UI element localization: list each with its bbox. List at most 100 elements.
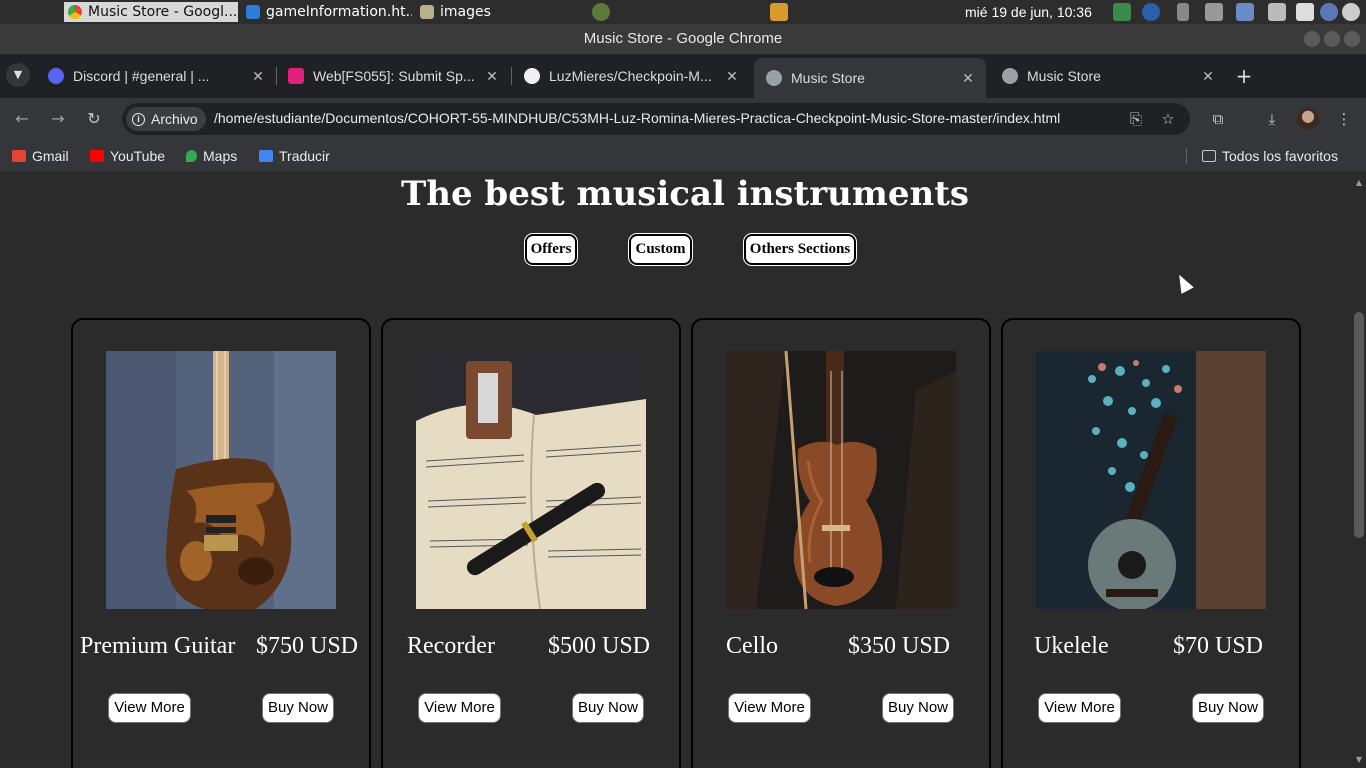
scroll-down-arrow[interactable]: ▼ (1354, 755, 1364, 764)
new-tab-button[interactable]: + (1232, 64, 1256, 88)
clock[interactable]: mié 19 de jun, 10:36 (965, 4, 1092, 20)
volume-icon[interactable] (1205, 3, 1223, 21)
taskbar-item-label: gameInformation.ht... (266, 4, 412, 20)
tab-web-fs055[interactable]: Web[FS055]: Submit Sp... ✕ (276, 62, 510, 90)
view-more-button[interactable]: View More (1038, 693, 1121, 723)
bookmark-maps[interactable]: Maps (186, 147, 237, 165)
nav-others-sections-button[interactable]: Others Sections (744, 234, 856, 265)
bookmark-youtube[interactable]: YouTube (90, 147, 165, 165)
tab-github[interactable]: LuzMieres/Checkpoin-M... ✕ (512, 62, 750, 90)
tab-label: Web[FS055]: Submit Sp... (313, 68, 475, 84)
taskbar-item-vscode[interactable]: gameInformation.ht... (246, 2, 412, 22)
taskbar-item-label: images (440, 4, 491, 20)
url-text[interactable]: /home/estudiante/Documentos/COHORT-55-MI… (214, 110, 1060, 126)
microphone-icon[interactable] (1177, 3, 1189, 21)
buy-now-button[interactable]: Buy Now (572, 693, 644, 723)
tab-label: Music Store (1027, 68, 1101, 84)
reload-button[interactable]: ↻ (83, 108, 105, 130)
close-icon[interactable]: ✕ (482, 68, 502, 85)
nav-offers-button[interactable]: Offers (525, 234, 577, 265)
bookmarks-separator (1186, 148, 1187, 164)
tab-discord[interactable]: Discord | #general | ... ✕ (36, 62, 276, 90)
taskbar-item-images[interactable]: images (420, 2, 500, 22)
tab-search-button[interactable]: ▼ (6, 63, 30, 87)
close-icon[interactable]: ✕ (958, 70, 978, 87)
tab-label: Discord | #general | ... (73, 68, 210, 84)
monitor-tray-icon[interactable] (1113, 3, 1131, 21)
buy-now-button[interactable]: Buy Now (262, 693, 334, 723)
nav-custom-button[interactable]: Custom (629, 234, 692, 265)
gmail-icon (12, 150, 26, 162)
globe-tray-icon[interactable] (1320, 3, 1338, 21)
maps-icon (186, 150, 197, 162)
all-favorites-folder[interactable]: Todos los favoritos (1202, 147, 1338, 165)
refresh-tray-icon[interactable] (592, 3, 610, 21)
chevron-down-icon: ▼ (13, 68, 23, 81)
translate-page-icon[interactable]: ⎘ (1125, 108, 1147, 130)
close-window-button[interactable] (1344, 31, 1360, 47)
downloads-icon[interactable]: ⤓ (1261, 108, 1283, 130)
bookmark-label: Maps (203, 148, 238, 164)
tab-label: Music Store (791, 70, 865, 86)
product-card-recorder: Recorder $500 USD View More Buy Now (381, 318, 681, 768)
bookmark-gmail[interactable]: Gmail (12, 147, 69, 165)
forward-button[interactable]: → (47, 108, 69, 130)
tab-music-store[interactable]: Music Store ✕ (990, 62, 1226, 90)
tab-music-store-active[interactable]: Music Store ✕ (754, 58, 986, 98)
site-info-label: Archivo (151, 111, 198, 127)
profile-avatar[interactable] (1297, 108, 1319, 130)
github-icon (524, 68, 540, 84)
product-price: $70 USD (1173, 633, 1264, 659)
bookmark-label: Gmail (32, 148, 69, 164)
minimize-button[interactable] (1304, 31, 1320, 47)
scroll-up-arrow[interactable]: ▲ (1354, 178, 1364, 187)
archive-tray-icon[interactable] (770, 3, 788, 21)
product-price: $500 USD (548, 633, 651, 659)
discord-icon (48, 68, 64, 84)
product-name: Ukelele (1034, 633, 1109, 659)
menu-icon[interactable]: ⋮ (1333, 108, 1355, 130)
buy-now-button[interactable]: Buy Now (1192, 693, 1264, 723)
product-image-recorder (416, 351, 646, 609)
taskbar-item-label: Music Store - Googl... (88, 4, 238, 20)
bookmark-traducir[interactable]: Traducir (259, 147, 330, 165)
site-info-chip[interactable]: i Archivo (126, 107, 206, 131)
product-price: $750 USD (256, 633, 359, 659)
taskbar-item-chrome[interactable]: Music Store - Googl... (64, 2, 238, 22)
product-image-guitar (106, 351, 336, 609)
bookmark-label: YouTube (110, 148, 166, 164)
clipboard-icon[interactable] (1268, 3, 1286, 21)
bookmark-star-icon[interactable]: ☆ (1157, 108, 1179, 130)
close-icon[interactable]: ✕ (722, 68, 742, 85)
product-name: Premium Guitar (80, 633, 236, 659)
vscode-icon (246, 5, 260, 19)
product-card-ukelele: Ukelele $70 USD View More Buy Now (1001, 318, 1301, 768)
view-more-button[interactable]: View More (418, 693, 501, 723)
back-button[interactable]: ← (11, 108, 33, 130)
youtube-icon (90, 150, 104, 162)
tab-label: LuzMieres/Checkpoin-M... (549, 68, 712, 84)
view-more-button[interactable]: View More (108, 693, 191, 723)
translate-icon (259, 150, 273, 162)
page-viewport: The best musical instruments Offers Cust… (0, 172, 1352, 768)
product-card-cello: Cello $350 USD View More Buy Now (691, 318, 991, 768)
product-image-ukelele (1036, 351, 1266, 609)
close-icon[interactable]: ✕ (248, 68, 268, 85)
view-more-button[interactable]: View More (728, 693, 811, 723)
folder-icon (420, 5, 434, 19)
extensions-icon[interactable]: ⧉ (1207, 108, 1229, 130)
product-name: Cello (726, 633, 778, 659)
bluetooth-icon[interactable] (1142, 3, 1160, 21)
info-icon: i (132, 112, 145, 126)
keyboard-icon[interactable] (1296, 3, 1314, 21)
window-title: Music Store - Google Chrome (0, 24, 1366, 54)
page-heading: The best musical instruments (400, 174, 970, 214)
power-icon[interactable] (1342, 3, 1360, 21)
maximize-button[interactable] (1324, 31, 1340, 47)
scrollbar-thumb[interactable] (1354, 312, 1364, 538)
buy-now-button[interactable]: Buy Now (882, 693, 954, 723)
network-signal-icon[interactable] (1236, 3, 1254, 21)
plus-icon: + (1235, 64, 1253, 88)
product-image-cello (726, 351, 956, 609)
close-icon[interactable]: ✕ (1198, 68, 1218, 85)
